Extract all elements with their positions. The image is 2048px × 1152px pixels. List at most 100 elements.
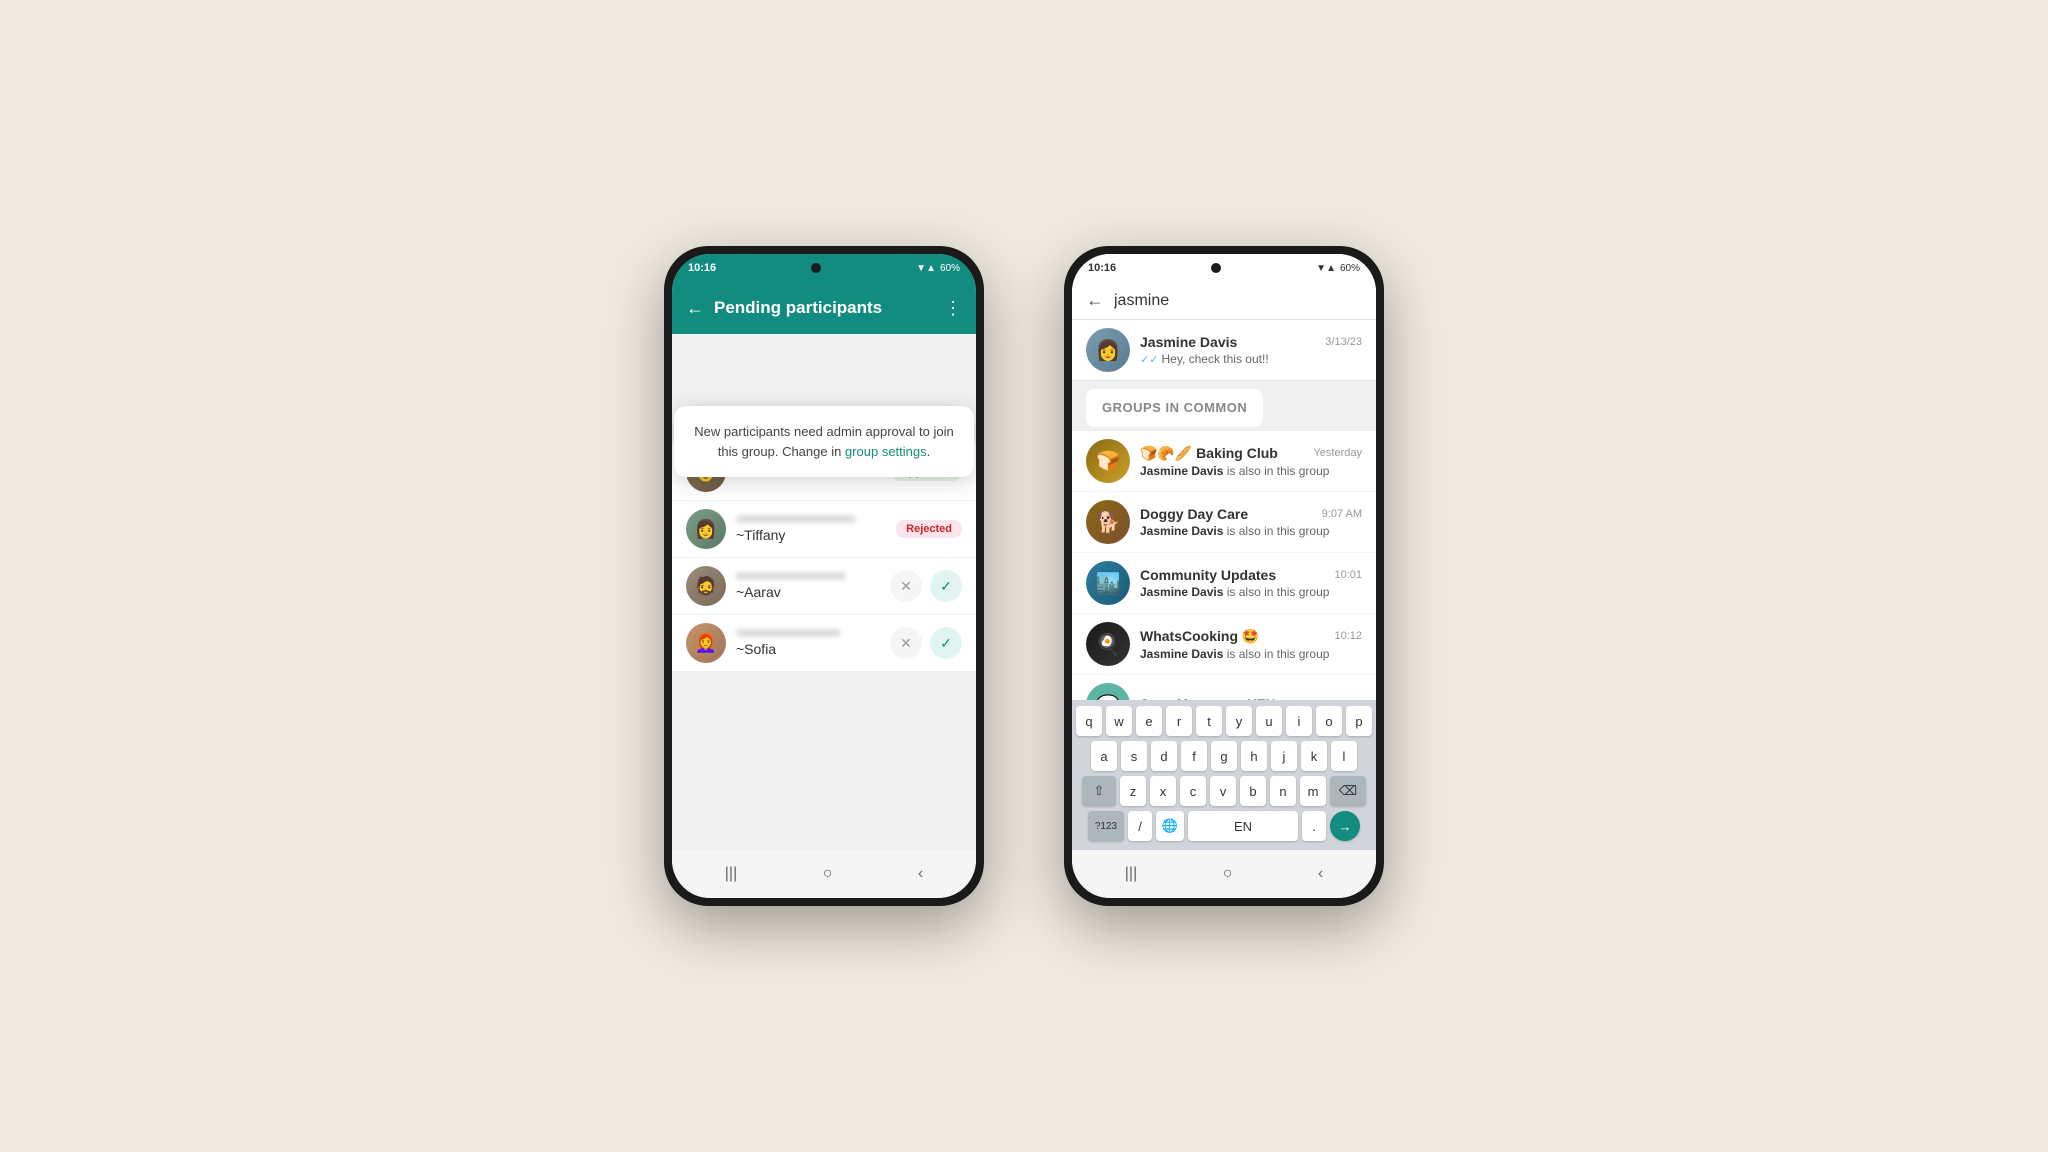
group-header: Community Updates 10:01 — [1140, 567, 1362, 583]
group-avatar: 🏙️ — [1086, 561, 1130, 605]
key-s[interactable]: s — [1121, 741, 1147, 771]
approve-button[interactable]: ✓ — [930, 627, 962, 659]
phone1-screen: 10:16 ▼▲ 60% ← Pending participants ⋮ Ne… — [672, 254, 976, 898]
key-i[interactable]: i — [1286, 706, 1312, 736]
group-item[interactable]: 🍞 🍞🥐🥖 Baking Club Yesterday Jasmine Davi… — [1072, 431, 1376, 492]
group-preview: Jasmine Davis is also in this group — [1140, 464, 1362, 478]
status-time-2: 10:16 — [1088, 262, 1116, 274]
nav-home-icon[interactable]: ○ — [823, 865, 833, 883]
key-c[interactable]: c — [1180, 776, 1206, 806]
participant-name: ~Tiffany — [736, 527, 886, 543]
key-y[interactable]: y — [1226, 706, 1252, 736]
group-item[interactable]: 🍳 WhatsCooking 🤩 10:12 Jasmine Davis is … — [1072, 614, 1376, 675]
group-item[interactable]: 🏙️ Community Updates 10:01 Jasmine Davis… — [1072, 553, 1376, 614]
status-icons-1: ▼▲ 60% — [916, 263, 960, 274]
nav-menu-icon-2[interactable]: ||| — [1125, 865, 1137, 883]
partially-visible-item: 💬 Save Messages XFN — [1072, 675, 1376, 700]
slash-key[interactable]: / — [1128, 811, 1152, 841]
key-u[interactable]: u — [1256, 706, 1282, 736]
keyboard-row-3: ⇧ z x c v b n m ⌫ — [1074, 776, 1374, 806]
avatar: 👩 — [686, 509, 726, 549]
key-d[interactable]: d — [1151, 741, 1177, 771]
group-preview: Jasmine Davis is also in this group — [1140, 585, 1362, 599]
phone2: 10:16 ▼▲ 60% ← 👩 Jasmine Davis 3/13/23 — [1064, 246, 1384, 906]
key-e[interactable]: e — [1136, 706, 1162, 736]
group-name: WhatsCooking 🤩 — [1140, 628, 1259, 645]
approve-button[interactable]: ✓ — [930, 570, 962, 602]
group-header: Doggy Day Care 9:07 AM — [1140, 506, 1362, 522]
section-label: GROUPS IN COMMON — [1086, 389, 1263, 427]
shift-key[interactable]: ⇧ — [1082, 776, 1116, 806]
key-j[interactable]: j — [1271, 741, 1297, 771]
camera-dot-1 — [811, 263, 821, 273]
back-button-2[interactable]: ← — [1086, 290, 1104, 311]
key-m[interactable]: m — [1300, 776, 1326, 806]
group-avatar: 🍳 — [1086, 622, 1130, 666]
group-time: 9:07 AM — [1322, 508, 1362, 520]
camera-dot-2 — [1211, 263, 1221, 273]
participant-info: ~Tiffany — [736, 515, 886, 543]
key-p[interactable]: p — [1346, 706, 1372, 736]
period-key[interactable]: . — [1302, 811, 1326, 841]
group-item[interactable]: 🐕 Doggy Day Care 9:07 AM Jasmine Davis i… — [1072, 492, 1376, 553]
section-header: GROUPS IN COMMON — [1072, 381, 1376, 431]
key-r[interactable]: r — [1166, 706, 1192, 736]
key-b[interactable]: b — [1240, 776, 1266, 806]
key-q[interactable]: q — [1076, 706, 1102, 736]
action-buttons: ✕ ✓ — [890, 627, 962, 659]
group-avatar: 🐕 — [1086, 500, 1130, 544]
nav-menu-icon[interactable]: ||| — [725, 865, 737, 883]
key-a[interactable]: a — [1091, 741, 1117, 771]
contact-info: Jasmine Davis 3/13/23 ✓✓ Hey, check this… — [1140, 334, 1362, 366]
tooltip-link[interactable]: group settings — [845, 444, 927, 459]
key-x[interactable]: x — [1150, 776, 1176, 806]
keyboard-row-1: q w e r t y u i o p — [1074, 706, 1374, 736]
search-input[interactable] — [1114, 292, 1362, 310]
key-l[interactable]: l — [1331, 741, 1357, 771]
keyboard-row-2: a s d f g h j k l — [1074, 741, 1374, 771]
reject-button[interactable]: ✕ — [890, 627, 922, 659]
globe-key[interactable]: 🌐 — [1156, 811, 1184, 841]
menu-button-1[interactable]: ⋮ — [944, 298, 962, 319]
key-z[interactable]: z — [1120, 776, 1146, 806]
status-icons-2: ▼▲ 60% — [1316, 263, 1360, 274]
content-area-1: New participants need admin approval to … — [672, 334, 976, 850]
phone2-screen: 10:16 ▼▲ 60% ← 👩 Jasmine Davis 3/13/23 — [1072, 254, 1376, 898]
group-info: 🍞🥐🥖 Baking Club Yesterday Jasmine Davis … — [1140, 445, 1362, 478]
phone1: 10:16 ▼▲ 60% ← Pending participants ⋮ Ne… — [664, 246, 984, 906]
key-n[interactable]: n — [1270, 776, 1296, 806]
space-key[interactable]: EN — [1188, 811, 1298, 841]
participant-item: 👩 ~Tiffany Rejected — [672, 501, 976, 558]
jasmine-contact-item[interactable]: 👩 Jasmine Davis 3/13/23 ✓✓ Hey, check th… — [1072, 320, 1376, 381]
delete-key[interactable]: ⌫ — [1330, 776, 1366, 806]
battery-icon-2: 60% — [1340, 263, 1360, 274]
avatar: 🧔 — [686, 566, 726, 606]
signal-icon: ▼▲ — [916, 263, 936, 274]
group-info: WhatsCooking 🤩 10:12 Jasmine Davis is al… — [1140, 628, 1362, 661]
key-h[interactable]: h — [1241, 741, 1267, 771]
key-o[interactable]: o — [1316, 706, 1342, 736]
key-v[interactable]: v — [1210, 776, 1236, 806]
key-f[interactable]: f — [1181, 741, 1207, 771]
nav-back-icon-2[interactable]: ‹ — [1318, 865, 1323, 883]
back-button-1[interactable]: ← — [686, 298, 704, 319]
key-g[interactable]: g — [1211, 741, 1237, 771]
group-header: WhatsCooking 🤩 10:12 — [1140, 628, 1362, 645]
participant-name: ~Sofia — [736, 641, 880, 657]
reject-button[interactable]: ✕ — [890, 570, 922, 602]
key-w[interactable]: w — [1106, 706, 1132, 736]
nav-home-icon-2[interactable]: ○ — [1223, 865, 1233, 883]
send-key[interactable]: → — [1330, 811, 1360, 841]
contact-preview: ✓✓ Hey, check this out!! — [1140, 352, 1362, 366]
group-time: Yesterday — [1313, 447, 1362, 459]
key-k[interactable]: k — [1301, 741, 1327, 771]
key-t[interactable]: t — [1196, 706, 1222, 736]
action-buttons: ✕ ✓ — [890, 570, 962, 602]
numbers-key[interactable]: ?123 — [1088, 811, 1124, 841]
status-bar-2: 10:16 ▼▲ 60% — [1072, 254, 1376, 282]
group-info: Community Updates 10:01 Jasmine Davis is… — [1140, 567, 1362, 599]
tooltip-overlay: New participants need admin approval to … — [672, 406, 976, 477]
nav-back-icon[interactable]: ‹ — [918, 865, 923, 883]
keyboard: q w e r t y u i o p a s d f g h j k — [1072, 700, 1376, 850]
nav-bar-2: ||| ○ ‹ — [1072, 850, 1376, 898]
